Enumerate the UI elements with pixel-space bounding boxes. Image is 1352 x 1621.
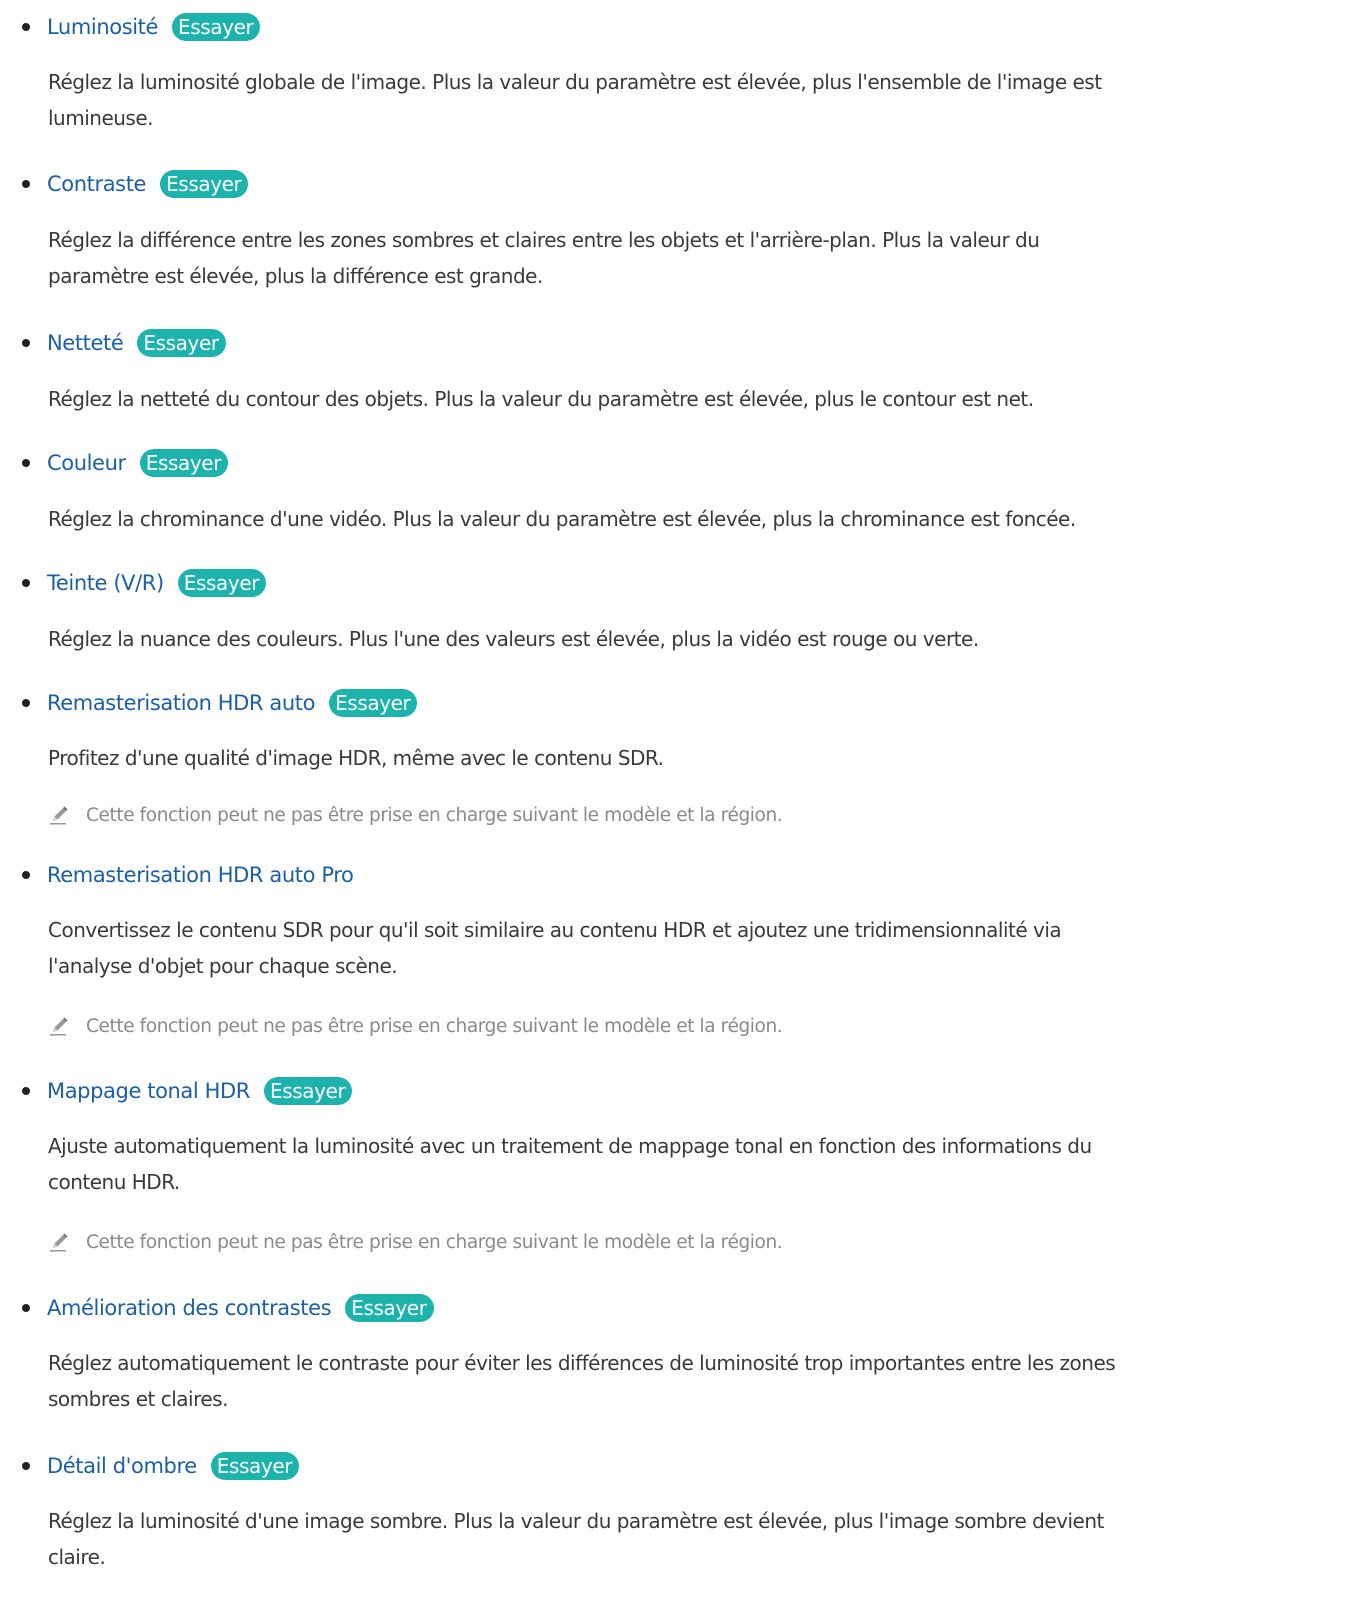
pencil-note-icon xyxy=(50,806,68,825)
item-title-row-contraste: Contraste Essayer xyxy=(22,166,249,202)
item-description: Convertissez le contenu SDR pour qu'il s… xyxy=(48,912,1338,984)
pencil-note-icon xyxy=(50,1233,68,1252)
description-line: contenu HDR. xyxy=(48,1170,180,1194)
item-note: Cette fonction peut ne pas être prise en… xyxy=(48,1227,783,1257)
note-text: Cette fonction peut ne pas être prise en… xyxy=(86,1231,783,1253)
try-button[interactable]: Essayer xyxy=(139,449,229,477)
item-description: Réglez la chrominance d'une vidéo. Plus … xyxy=(48,501,1338,537)
item-title-row-detail-ombre: Détail d'ombre Essayer xyxy=(22,1448,300,1484)
description-line: Ajuste automatiquement la luminosité ave… xyxy=(48,1134,1092,1158)
bullet-icon xyxy=(22,1304,30,1312)
item-title[interactable]: Teinte (V/R) xyxy=(47,571,164,595)
try-button[interactable]: Essayer xyxy=(345,1294,434,1322)
item-description: Ajuste automatiquement la luminosité ave… xyxy=(48,1128,1338,1200)
item-description: Profitez d'une qualité d'image HDR, même… xyxy=(48,740,1338,776)
bullet-icon xyxy=(22,339,30,347)
bullet-icon xyxy=(22,579,30,587)
description-line: Réglez la différence entre les zones som… xyxy=(48,228,1040,252)
item-title-row-mappage-tonal-hdr: Mappage tonal HDR Essayer xyxy=(22,1073,353,1109)
description-line: sombres et claires. xyxy=(48,1387,228,1411)
description-line: Réglez la netteté du contour des objets.… xyxy=(48,387,1034,411)
item-title-row-remasterisation-hdr-auto-pro: Remasterisation HDR auto Pro xyxy=(22,857,354,893)
description-line: Réglez la nuance des couleurs. Plus l'un… xyxy=(48,627,979,651)
item-description: Réglez automatiquement le contraste pour… xyxy=(48,1345,1338,1417)
item-title-row-couleur: Couleur Essayer xyxy=(22,445,229,481)
try-button[interactable]: Essayer xyxy=(177,569,267,597)
description-line: lumineuse. xyxy=(48,106,154,130)
item-description: Réglez la luminosité d'une image sombre.… xyxy=(48,1503,1338,1575)
description-line: Profitez d'une qualité d'image HDR, même… xyxy=(48,746,664,770)
item-title[interactable]: Détail d'ombre xyxy=(47,1454,197,1478)
description-line: claire. xyxy=(48,1545,106,1569)
try-button[interactable]: Essayer xyxy=(210,1452,300,1480)
item-title-row-remasterisation-hdr-auto: Remasterisation HDR auto Essayer xyxy=(22,685,418,721)
description-line: l'analyse d'objet pour chaque scène. xyxy=(48,954,398,978)
bullet-icon xyxy=(22,23,30,31)
description-line: Réglez la chrominance d'une vidéo. Plus … xyxy=(48,507,1076,531)
bullet-icon xyxy=(22,871,30,879)
note-text: Cette fonction peut ne pas être prise en… xyxy=(86,1015,783,1037)
bullet-icon xyxy=(22,459,30,467)
item-title-row-teinte: Teinte (V/R) Essayer xyxy=(22,565,267,601)
bullet-icon xyxy=(22,1087,30,1095)
item-title[interactable]: Amélioration des contrastes xyxy=(47,1296,332,1320)
description-line: Réglez automatiquement le contraste pour… xyxy=(48,1351,1116,1375)
bullet-icon xyxy=(22,180,30,188)
item-title[interactable]: Couleur xyxy=(47,451,126,475)
item-title[interactable]: Remasterisation HDR auto Pro xyxy=(47,863,354,887)
item-description: Réglez la nuance des couleurs. Plus l'un… xyxy=(48,621,1338,657)
try-button[interactable]: Essayer xyxy=(263,1077,353,1105)
try-button[interactable]: Essayer xyxy=(329,689,418,717)
item-title-row-luminosite: Luminosité Essayer xyxy=(22,9,261,45)
try-button[interactable]: Essayer xyxy=(160,170,249,198)
description-line: Réglez la luminosité globale de l'image.… xyxy=(48,70,1102,94)
note-text: Cette fonction peut ne pas être prise en… xyxy=(86,804,783,826)
document-page: Luminosité Essayer Réglez la luminosité … xyxy=(0,0,1352,1621)
item-description: Réglez la différence entre les zones som… xyxy=(48,222,1338,294)
item-description: Réglez la netteté du contour des objets.… xyxy=(48,381,1338,417)
bullet-icon xyxy=(22,1462,30,1470)
item-description: Réglez la luminosité globale de l'image.… xyxy=(48,64,1338,136)
bullet-icon xyxy=(22,699,30,707)
try-button[interactable]: Essayer xyxy=(172,13,261,41)
item-note: Cette fonction peut ne pas être prise en… xyxy=(48,1011,783,1041)
description-line: Convertissez le contenu SDR pour qu'il s… xyxy=(48,918,1062,942)
item-title-row-amelioration-contrastes: Amélioration des contrastes Essayer xyxy=(22,1290,434,1326)
item-title[interactable]: Netteté xyxy=(47,331,124,355)
description-line: Réglez la luminosité d'une image sombre.… xyxy=(48,1509,1104,1533)
item-title-row-nettete: Netteté Essayer xyxy=(22,325,226,361)
item-title[interactable]: Mappage tonal HDR xyxy=(47,1079,250,1103)
item-note: Cette fonction peut ne pas être prise en… xyxy=(48,800,783,830)
item-title[interactable]: Remasterisation HDR auto xyxy=(47,691,315,715)
try-button[interactable]: Essayer xyxy=(137,329,226,357)
item-title[interactable]: Luminosité xyxy=(47,15,158,39)
description-line: paramètre est élevée, plus la différence… xyxy=(48,264,543,288)
pencil-note-icon xyxy=(50,1017,68,1036)
item-title[interactable]: Contraste xyxy=(47,172,146,196)
